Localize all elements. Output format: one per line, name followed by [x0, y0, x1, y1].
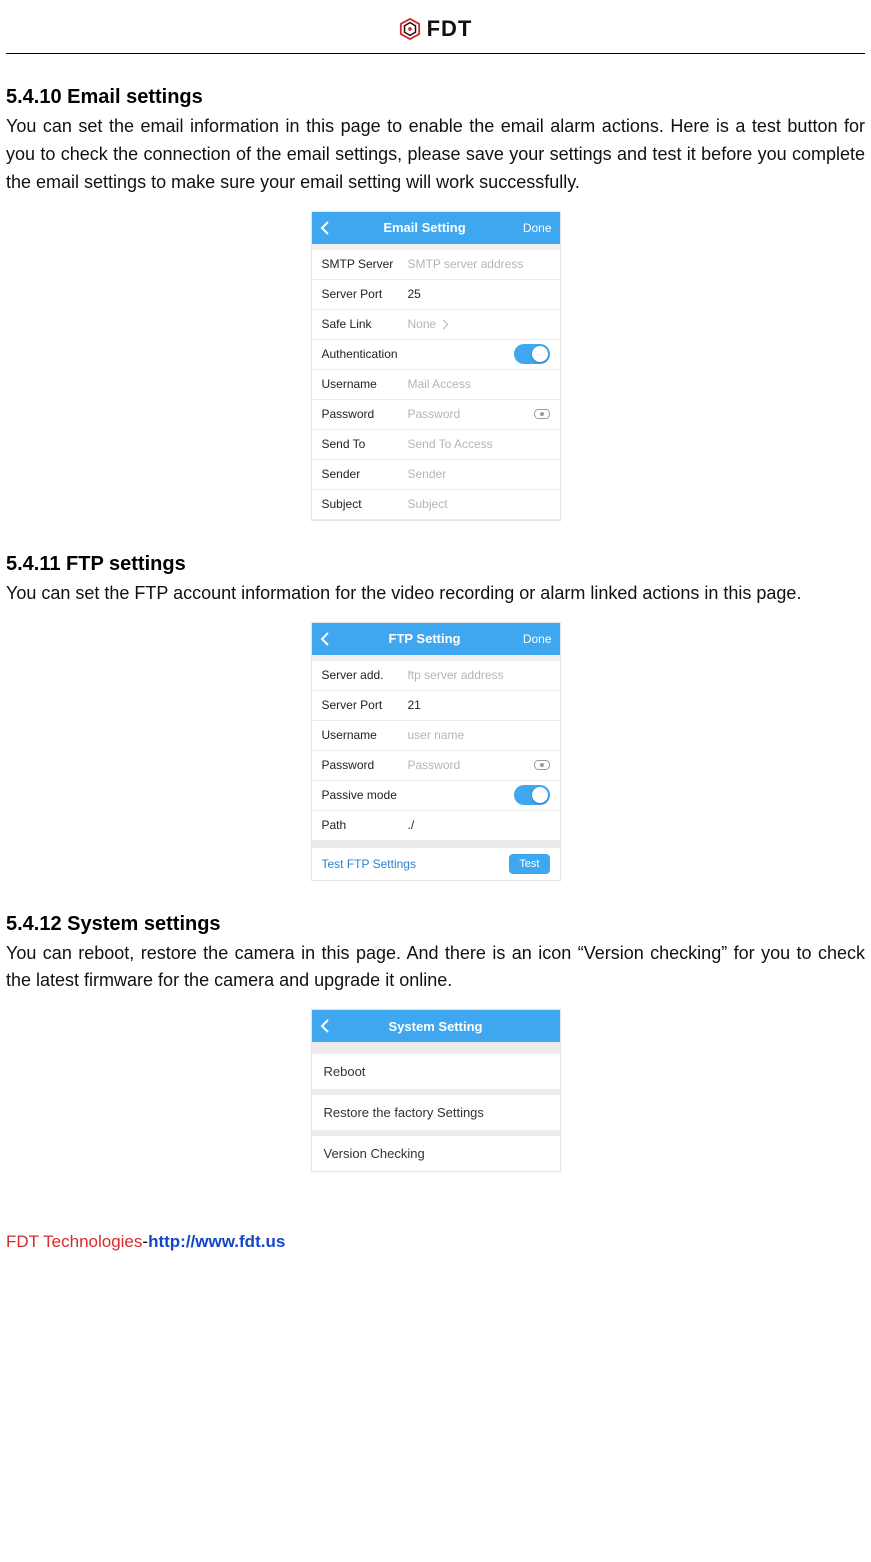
body-ftp: You can set the FTP account information …: [6, 580, 865, 608]
back-icon[interactable]: [320, 221, 338, 235]
done-button[interactable]: Done: [512, 632, 552, 646]
safelink-value[interactable]: None: [408, 317, 448, 331]
eye-icon[interactable]: [534, 760, 550, 770]
system-settings-screenshot: System Setting Reboot Restore the factor…: [311, 1009, 561, 1172]
row-ftp-pass[interactable]: Password Password: [312, 751, 560, 781]
email-settings-screenshot: Email Setting Done SMTP Server SMTP serv…: [311, 211, 561, 521]
pass-label: Password: [322, 407, 408, 421]
subject-label: Subject: [322, 497, 408, 511]
ftp-pass-label: Password: [322, 758, 408, 772]
ftp-settings-screenshot: FTP Setting Done Server add. ftp server …: [311, 622, 561, 881]
auth-label: Authentication: [322, 347, 514, 361]
sender-field[interactable]: Sender: [408, 467, 550, 481]
passive-toggle[interactable]: [514, 785, 550, 805]
smtp-label: SMTP Server: [322, 257, 408, 271]
row-passive[interactable]: Passive mode: [312, 781, 560, 811]
row-ftp-user[interactable]: Username user name: [312, 721, 560, 751]
body-system: You can reboot, restore the camera in th…: [6, 940, 865, 996]
row-auth[interactable]: Authentication: [312, 340, 560, 370]
row-smtp[interactable]: SMTP Server SMTP server address: [312, 250, 560, 280]
ftp-server-field[interactable]: ftp server address: [408, 668, 550, 682]
row-version[interactable]: Version Checking: [312, 1136, 560, 1171]
auth-toggle[interactable]: [514, 344, 550, 364]
back-icon[interactable]: [320, 1019, 338, 1033]
row-password[interactable]: Password Password: [312, 400, 560, 430]
row-port[interactable]: Server Port 25: [312, 280, 560, 310]
ftp-pass-field[interactable]: Password: [408, 758, 534, 772]
row-ftp-server[interactable]: Server add. ftp server address: [312, 661, 560, 691]
row-sender[interactable]: Sender Sender: [312, 460, 560, 490]
sender-label: Sender: [322, 467, 408, 481]
subject-field[interactable]: Subject: [408, 497, 550, 511]
path-field[interactable]: ./: [408, 818, 550, 832]
heading-ftp: 5.4.11 FTP settings: [6, 553, 865, 576]
ftp-port-field[interactable]: 21: [408, 698, 550, 712]
heading-system: 5.4.12 System settings: [6, 913, 865, 936]
row-sendto[interactable]: Send To Send To Access: [312, 430, 560, 460]
back-icon[interactable]: [320, 632, 338, 646]
row-ftp-port[interactable]: Server Port 21: [312, 691, 560, 721]
system-navbar: System Setting: [312, 1010, 560, 1042]
port-label: Server Port: [322, 287, 408, 301]
section-system: 5.4.12 System settings You can reboot, r…: [6, 913, 865, 1173]
row-username[interactable]: Username Mail Access: [312, 370, 560, 400]
email-nav-title: Email Setting: [338, 220, 512, 235]
ftp-nav-title: FTP Setting: [338, 631, 512, 646]
system-nav-title: System Setting: [338, 1019, 534, 1034]
row-safelink[interactable]: Safe Link None: [312, 310, 560, 340]
sendto-label: Send To: [322, 437, 408, 451]
row-subject[interactable]: Subject Subject: [312, 490, 560, 520]
path-label: Path: [322, 818, 408, 832]
ftp-server-label: Server add.: [322, 668, 408, 682]
row-reboot[interactable]: Reboot: [312, 1054, 560, 1095]
test-button[interactable]: Test: [509, 854, 549, 874]
row-restore[interactable]: Restore the factory Settings: [312, 1095, 560, 1136]
brand-text: FDT: [427, 16, 473, 42]
smtp-field[interactable]: SMTP server address: [408, 257, 550, 271]
row-test: Test FTP Settings Test: [312, 847, 560, 880]
footer-company: FDT Technologies: [6, 1232, 142, 1251]
body-email: You can set the email information in thi…: [6, 113, 865, 197]
section-ftp: 5.4.11 FTP settings You can set the FTP …: [6, 553, 865, 881]
ftp-user-label: Username: [322, 728, 408, 742]
passive-label: Passive mode: [322, 788, 514, 802]
heading-email: 5.4.10 Email settings: [6, 86, 865, 109]
ftp-port-label: Server Port: [322, 698, 408, 712]
ftp-user-field[interactable]: user name: [408, 728, 550, 742]
fdt-logo-icon: [399, 18, 421, 40]
user-label: Username: [322, 377, 408, 391]
user-field[interactable]: Mail Access: [408, 377, 550, 391]
page-header: FDT: [6, 10, 865, 54]
section-email: 5.4.10 Email settings You can set the em…: [6, 86, 865, 521]
eye-icon[interactable]: [534, 409, 550, 419]
safelink-label: Safe Link: [322, 317, 408, 331]
footer-url[interactable]: http://www.fdt.us: [148, 1232, 285, 1251]
sendto-field[interactable]: Send To Access: [408, 437, 550, 451]
test-ftp-label: Test FTP Settings: [322, 857, 416, 871]
page-footer: FDT Technologies-http://www.fdt.us: [6, 1232, 865, 1252]
ftp-navbar: FTP Setting Done: [312, 623, 560, 655]
port-field[interactable]: 25: [408, 287, 550, 301]
pass-field[interactable]: Password: [408, 407, 534, 421]
done-button[interactable]: Done: [512, 221, 552, 235]
row-path[interactable]: Path ./: [312, 811, 560, 841]
chevron-right-icon: [440, 317, 447, 331]
email-navbar: Email Setting Done: [312, 212, 560, 244]
